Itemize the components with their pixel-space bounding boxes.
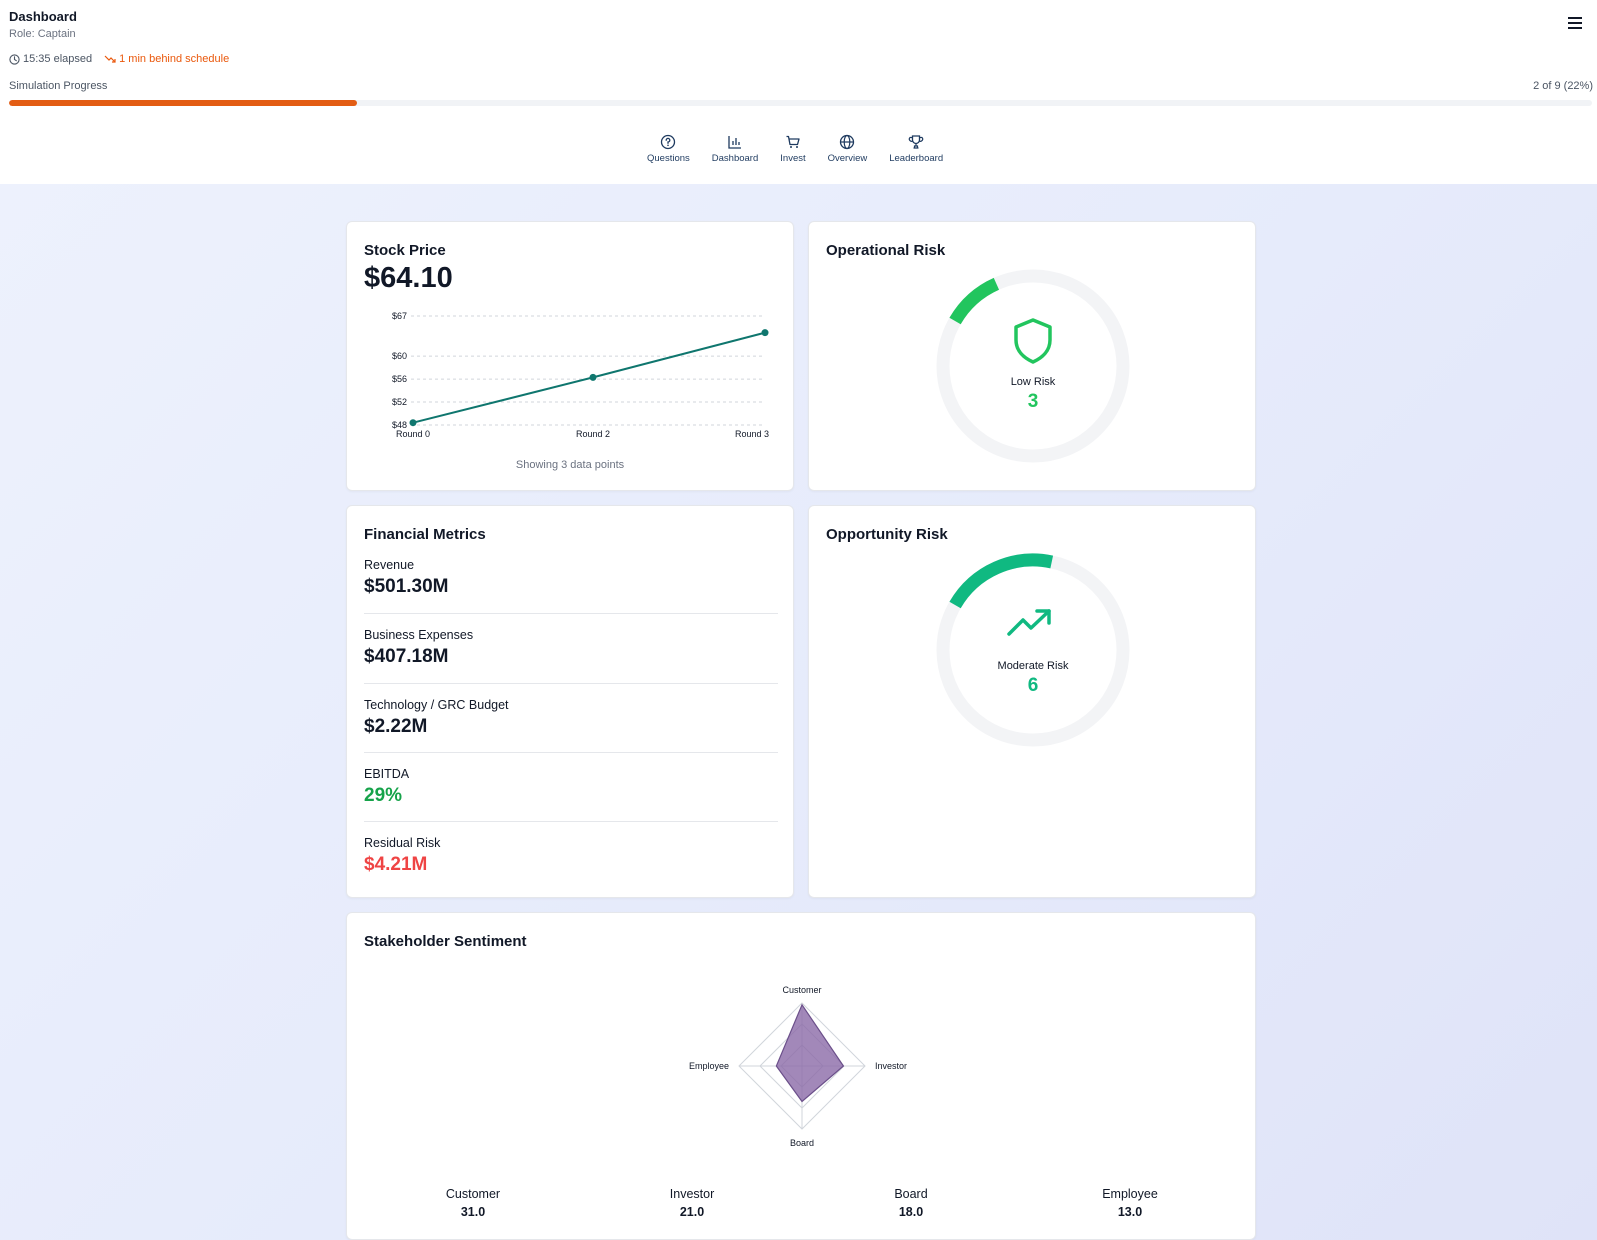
financial-metrics-title: Financial Metrics	[364, 526, 486, 543]
nav-label: Leaderboard	[889, 153, 944, 164]
progress-label: Simulation Progress	[9, 80, 108, 92]
x-tick-label: Round 2	[576, 429, 610, 439]
nav-label: Questions	[647, 153, 690, 164]
radar-axis-label: Board	[790, 1138, 814, 1148]
sentiment-stat-customer: Customer 31.0	[413, 1187, 533, 1219]
sentiment-radar-chart: Customer Investor Board Employee	[689, 985, 907, 1148]
nav-label: Dashboard	[711, 153, 759, 164]
operational-risk-value: 3	[1027, 391, 1039, 412]
stat-value: 31.0	[460, 1205, 486, 1219]
metric-label: Revenue	[364, 558, 415, 572]
trending-up-icon	[1007, 609, 1051, 636]
opportunity-risk-card: Opportunity Risk Moderate Risk 6	[808, 505, 1256, 898]
shield-icon	[1014, 318, 1052, 364]
nav-dashboard[interactable]: Dashboard	[701, 134, 769, 164]
nav-invest[interactable]: Invest	[769, 134, 816, 164]
nav-label: Overview	[827, 153, 868, 164]
metric-label: Business Expenses	[364, 628, 474, 642]
operational-risk-gauge: Low Risk 3	[935, 268, 1131, 464]
y-tick-label: $56	[392, 374, 407, 384]
schedule-status: 1 min behind schedule	[104, 53, 229, 65]
hamburger-menu-icon[interactable]	[1568, 16, 1586, 32]
metric-value: $2.22M	[364, 716, 428, 737]
sentiment-stat-board: Board 18.0	[851, 1187, 971, 1219]
opportunity-risk-value: 6	[1027, 675, 1039, 696]
stat-name: Employee	[1102, 1187, 1158, 1201]
metric-ebitda: EBITDA 29%	[364, 767, 778, 807]
data-point[interactable]	[409, 419, 417, 427]
financial-metrics-card: Financial Metrics Revenue $501.30M Busin…	[346, 505, 794, 898]
y-tick-label: $60	[392, 351, 407, 361]
metric-revenue: Revenue $501.30M	[364, 558, 778, 598]
operational-risk-title: Operational Risk	[826, 242, 946, 259]
operational-risk-card: Operational Risk Low Risk 3	[808, 221, 1256, 491]
operational-risk-label: Low Risk	[1010, 376, 1056, 388]
bar-chart-icon	[728, 136, 742, 149]
role-label: Role: Captain	[9, 28, 76, 40]
metric-label: Residual Risk	[364, 836, 441, 850]
opportunity-risk-title: Opportunity Risk	[826, 526, 948, 543]
schedule-status-text: 1 min behind schedule	[119, 53, 230, 65]
stock-price-card: Stock Price $64.10 $67 $60 $56 $52 $48 Round …	[346, 221, 794, 491]
clock-icon	[9, 53, 20, 65]
nav-questions[interactable]: Questions	[636, 134, 701, 164]
metric-residual-risk: Residual Risk $4.21M	[364, 836, 778, 876]
metric-technology-budget: Technology / GRC Budget $2.22M	[364, 698, 778, 738]
stock-price-chart: $67$60$56$52$48Round 0 Round 2 Round 3	[392, 311, 769, 439]
chart-footer: Showing 3 data points	[515, 459, 625, 471]
nav-overview[interactable]: Overview	[817, 134, 879, 164]
metric-value: $4.21M	[364, 854, 428, 875]
divider	[364, 613, 778, 614]
timer-row: 15:35 elapsed 1 min behind schedule	[9, 53, 229, 65]
stat-name: Customer	[445, 1187, 501, 1201]
stock-line	[412, 331, 766, 424]
y-tick-label: $67	[392, 311, 407, 321]
stat-value: 21.0	[679, 1205, 705, 1219]
divider	[364, 821, 778, 822]
nav-leaderboard[interactable]: Leaderboard	[878, 134, 954, 164]
stat-name: Investor	[669, 1187, 715, 1201]
elapsed-indicator: 15:35 elapsed	[9, 53, 92, 65]
metric-label: Technology / GRC Budget	[364, 698, 509, 712]
nav-label: Invest	[780, 153, 806, 164]
opportunity-risk-label: Moderate Risk	[997, 660, 1069, 672]
help-circle-icon	[661, 134, 676, 150]
globe-icon	[840, 134, 855, 150]
sentiment-stat-employee: Employee 13.0	[1070, 1187, 1190, 1219]
gauge-arc	[949, 277, 1000, 325]
divider	[364, 683, 778, 684]
page-title: Dashboard	[9, 9, 77, 24]
radar-axis-label: Employee	[689, 1061, 729, 1071]
cart-icon	[786, 135, 800, 148]
stakeholder-sentiment-card: Stakeholder Sentiment Customer Investor Bo…	[346, 912, 1256, 1240]
radar-area	[775, 1003, 845, 1103]
radar-axis-label: Customer	[782, 985, 821, 995]
trophy-icon	[908, 135, 924, 149]
elapsed-text: 15:35 elapsed	[23, 53, 93, 65]
divider	[364, 752, 778, 753]
metric-label: EBITDA	[364, 767, 410, 781]
metric-value: $407.18M	[364, 646, 449, 667]
x-tick-label: Round 0	[396, 429, 430, 439]
metric-business-expenses: Business Expenses $407.18M	[364, 628, 778, 668]
opportunity-risk-gauge: Moderate Risk 6	[935, 552, 1131, 748]
data-point[interactable]	[589, 373, 597, 381]
gauge-arc	[949, 553, 1054, 609]
metric-value: 29%	[364, 785, 403, 806]
radar-axis-label: Investor	[875, 1061, 907, 1071]
sentiment-stat-investor: Investor 21.0	[632, 1187, 752, 1219]
data-point[interactable]	[761, 329, 769, 337]
x-tick-label: Round 3	[735, 429, 769, 439]
trending-down-icon	[104, 55, 116, 63]
stat-name: Board	[894, 1187, 928, 1201]
metric-value: $501.30M	[364, 576, 449, 597]
stat-value: 18.0	[898, 1205, 924, 1219]
y-tick-label: $52	[392, 397, 407, 407]
progress-count: 2 of 9 (22%)	[1533, 80, 1593, 92]
progress-bar	[9, 100, 1592, 106]
top-bar: Dashboard Role: Captain 15:35 elapsed 1 …	[0, 0, 1597, 184]
stat-value: 13.0	[1117, 1205, 1143, 1219]
progress-fill	[9, 100, 358, 106]
main-nav: Questions Dashboard Invest Overview Lead…	[636, 134, 954, 164]
